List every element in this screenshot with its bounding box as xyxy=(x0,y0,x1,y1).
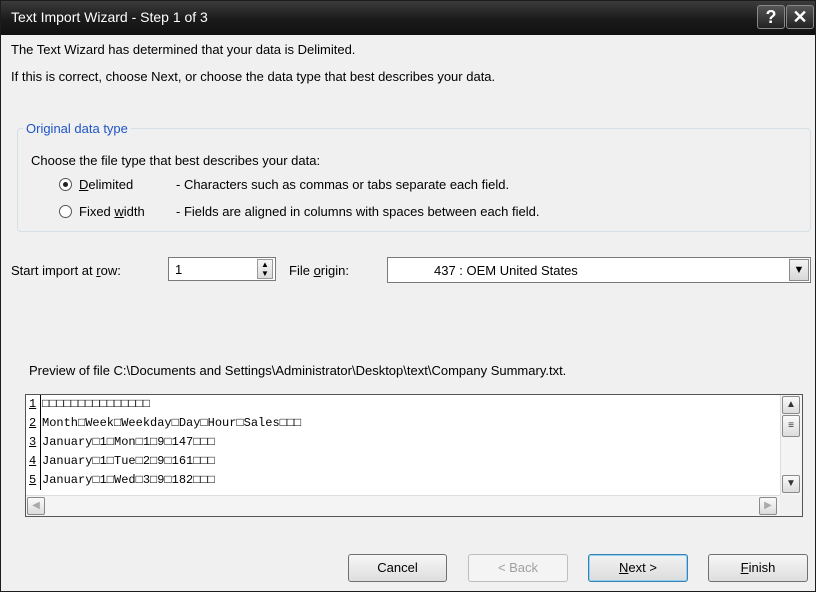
start-row-spinner[interactable]: 1 ▲ ▼ xyxy=(168,257,276,281)
delimited-label[interactable]: Delimited xyxy=(79,177,133,192)
scroll-thumb[interactable]: ≡ xyxy=(782,415,800,437)
finish-button[interactable]: Finish xyxy=(708,554,808,582)
delimited-radio[interactable] xyxy=(59,178,72,191)
delimited-description: - Characters such as commas or tabs sepa… xyxy=(176,177,510,192)
intro-line-2: If this is correct, choose Next, or choo… xyxy=(11,69,496,84)
file-origin-value: 437 : OEM United States xyxy=(434,263,578,278)
fixed-width-description: - Fields are aligned in columns with spa… xyxy=(176,204,540,219)
horizontal-scrollbar[interactable]: ◀ ▶ xyxy=(26,495,780,516)
cancel-button[interactable]: Cancel xyxy=(348,554,447,582)
title-bar[interactable]: Text Import Wizard - Step 1 of 3 ? ✕ xyxy=(1,1,815,35)
fixed-width-radio[interactable] xyxy=(59,205,72,218)
file-origin-dropdown[interactable]: 437 : OEM United States ▼ xyxy=(387,257,811,283)
scrollbar-corner xyxy=(780,495,802,516)
scroll-down-icon[interactable]: ▼ xyxy=(782,475,800,493)
file-type-prompt: Choose the file type that best describes… xyxy=(31,153,321,168)
scroll-left-icon[interactable]: ◀ xyxy=(27,497,45,515)
group-legend: Original data type xyxy=(23,121,131,136)
vertical-scrollbar[interactable]: ▲ ≡ ▼ xyxy=(780,395,802,495)
intro-line-1: The Text Wizard has determined that your… xyxy=(11,42,356,57)
scroll-right-icon[interactable]: ▶ xyxy=(759,497,777,515)
preview-row: 1 □□□□□□□□□□□□□□□ xyxy=(27,395,779,414)
preview-label: Preview of file C:\Documents and Setting… xyxy=(29,363,567,378)
file-preview[interactable]: 1 □□□□□□□□□□□□□□□ 2 Month□Week□Weekday□Day… xyxy=(25,394,803,517)
close-button[interactable]: ✕ xyxy=(786,5,814,29)
start-row-label: Start import at row: xyxy=(11,263,121,278)
spinner-arrows-icon[interactable]: ▲ ▼ xyxy=(257,259,273,279)
start-row-value[interactable]: 1 xyxy=(175,262,182,277)
help-button[interactable]: ? xyxy=(757,5,785,29)
preview-rows: 1 □□□□□□□□□□□□□□□ 2 Month□Week□Weekday□Day… xyxy=(27,395,779,495)
scroll-up-icon[interactable]: ▲ xyxy=(782,396,800,414)
chevron-down-icon[interactable]: ▼ xyxy=(789,259,809,281)
window-title: Text Import Wizard - Step 1 of 3 xyxy=(11,9,208,25)
preview-row: 4 January□1□Tue□2□9□161□□□ xyxy=(27,452,779,471)
preview-row: 2 Month□Week□Weekday□Day□Hour□Sales□□□ xyxy=(27,414,779,433)
next-button[interactable]: Next > xyxy=(588,554,688,582)
text-import-wizard-dialog: Text Import Wizard - Step 1 of 3 ? ✕ The… xyxy=(0,0,816,592)
fixed-width-label[interactable]: Fixed width xyxy=(79,204,145,219)
file-origin-label: File origin: xyxy=(289,263,349,278)
back-button[interactable]: < Back xyxy=(468,554,568,582)
preview-row: 5 January□1□Wed□3□9□182□□□ xyxy=(27,471,779,490)
preview-row: 3 January□1□Mon□1□9□147□□□ xyxy=(27,433,779,452)
